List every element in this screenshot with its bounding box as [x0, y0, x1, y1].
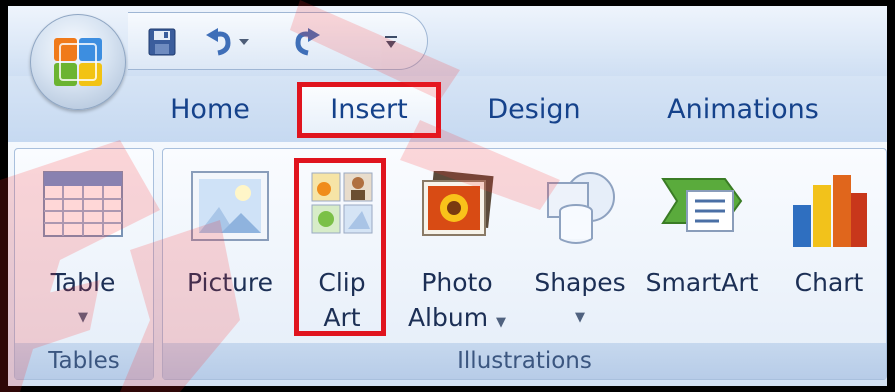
- save-button[interactable]: [142, 23, 182, 61]
- tab-design[interactable]: Design: [478, 90, 590, 130]
- picture-icon: [191, 171, 269, 241]
- photo-album-button[interactable]: Photo Album ▼: [399, 165, 515, 343]
- tables-group-label: Tables: [15, 343, 153, 379]
- title-bar: [8, 6, 887, 76]
- smartart-button[interactable]: SmartArt: [639, 165, 765, 343]
- clip-art-highlight: [294, 158, 386, 336]
- illustrations-group-label: Illustrations: [163, 343, 886, 379]
- customize-toolbar-icon: [385, 36, 397, 48]
- photo-album-label: Photo Album ▼: [407, 268, 507, 332]
- tables-group: Table ▼ Tables: [14, 148, 154, 380]
- redo-button[interactable]: [286, 23, 326, 61]
- undo-dropdown-icon: [239, 39, 249, 45]
- picture-label: Picture: [187, 268, 273, 297]
- undo-icon: [206, 28, 231, 56]
- table-button[interactable]: Table ▼: [33, 165, 133, 343]
- redo-icon: [295, 28, 320, 56]
- chart-label: Chart: [794, 268, 864, 297]
- save-icon: [148, 28, 176, 56]
- office-button[interactable]: [30, 14, 126, 110]
- tab-animations[interactable]: Animations: [658, 90, 828, 130]
- table-label: Table ▼: [33, 265, 133, 335]
- photo-album-icon: [422, 171, 494, 236]
- chart-icon: [793, 175, 867, 247]
- ribbon-panel: Table ▼ Tables Picture Clip Art Photo Al…: [8, 142, 887, 386]
- office-logo-icon: [54, 38, 102, 86]
- window-frame: Home Insert Design Animations Table ▼ Ta…: [0, 0, 895, 392]
- quick-access-toolbar: [128, 12, 428, 70]
- undo-dropdown-button[interactable]: [234, 23, 254, 61]
- shapes-label: Shapes ▼: [527, 265, 633, 335]
- powerpoint-ribbon-window: Home Insert Design Animations Table ▼ Ta…: [8, 6, 887, 386]
- picture-button[interactable]: Picture: [177, 165, 283, 343]
- chart-button[interactable]: Chart: [779, 165, 879, 343]
- smartart-label: SmartArt: [645, 268, 759, 297]
- photo-album-dropdown-arrow-icon: ▼: [496, 315, 507, 330]
- illustrations-group: Picture Clip Art Photo Album ▼ Shapes ▼ …: [162, 148, 887, 380]
- ribbon-tab-row: Home Insert Design Animations: [8, 76, 887, 142]
- tab-home[interactable]: Home: [158, 90, 262, 130]
- shapes-button[interactable]: Shapes ▼: [527, 165, 633, 343]
- tab-insert[interactable]: Insert: [305, 90, 433, 130]
- table-icon: [43, 171, 123, 237]
- shapes-dropdown-arrow-icon: ▼: [575, 310, 585, 325]
- customize-toolbar-button[interactable]: [376, 23, 406, 61]
- shapes-icon: [547, 172, 615, 244]
- smartart-icon: [661, 178, 743, 232]
- table-dropdown-arrow-icon: ▼: [78, 310, 88, 325]
